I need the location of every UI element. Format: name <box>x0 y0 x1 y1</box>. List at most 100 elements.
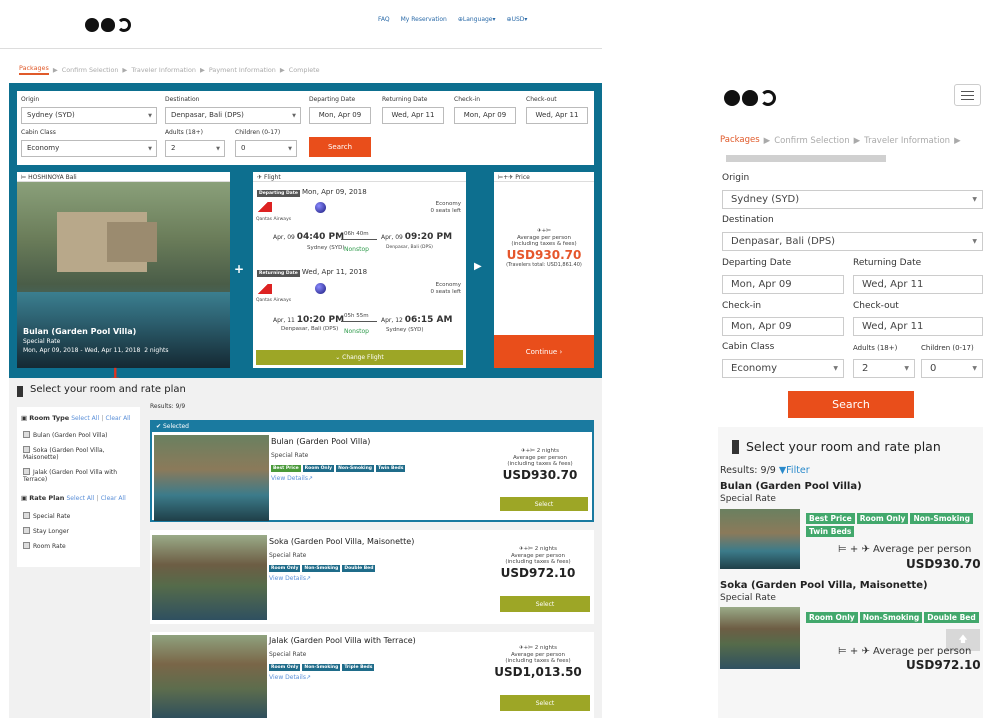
bed-plane-icon: ⊨+✈ <box>498 174 514 181</box>
caret-down-icon: ▼ <box>972 238 977 245</box>
horizontal-scrollbar[interactable] <box>726 155 886 162</box>
m-rooms-title: Select your room and rate plan <box>746 439 941 454</box>
view-details-link[interactable]: View Details↗ <box>269 674 311 681</box>
rate-plan-select-all[interactable]: Select All <box>67 495 95 502</box>
mobile-step-packages[interactable]: Packages <box>720 135 760 146</box>
filter-rate-stay-longer[interactable]: Stay Longer <box>23 527 69 535</box>
m-cabin-select[interactable]: Economy ▼ <box>722 359 844 378</box>
select-room-button[interactable]: Select <box>500 695 590 711</box>
step-packages[interactable]: Packages <box>19 64 49 75</box>
room-nights: ✈+⊨ 2 nights <box>518 546 558 552</box>
m-cabin-value: Economy <box>731 363 778 374</box>
nav-my-reservation[interactable]: My Reservation <box>401 16 447 23</box>
class-info: Economy 0 seats left <box>430 201 461 214</box>
filter-room-jalak[interactable]: Jalak (Garden Pool Villa with Terrace) <box>23 468 138 483</box>
filters-panel: ▣ Room Type Select All | Clear All Bulan… <box>17 407 140 567</box>
oneworld-icon <box>315 283 326 294</box>
nav-currency-label: USD <box>511 16 525 23</box>
class-info-2: Economy 0 seats left <box>430 282 461 295</box>
out-duration: 06h 40m <box>344 231 369 237</box>
brand-logo-mobile[interactable] <box>724 90 776 106</box>
hotel-nights: 2 nights <box>144 347 169 354</box>
destination-label: Destination <box>165 96 200 103</box>
m-destination-select[interactable]: Denpasar, Bali (DPS) ▼ <box>722 232 983 251</box>
nav-language-label: Language <box>462 16 493 23</box>
select-room-button[interactable]: Select <box>500 497 588 511</box>
checkout-date-input[interactable]: Wed, Apr 11 <box>526 107 588 124</box>
rate-plan-clear-all[interactable]: Clear All <box>101 495 126 502</box>
origin-label: Origin <box>21 96 40 103</box>
avg-text: Average per person <box>510 651 566 658</box>
cabin-value: Economy <box>27 144 60 152</box>
m-children-select[interactable]: 0 ▼ <box>921 359 983 378</box>
m-room-name-bulan[interactable]: Bulan (Garden Pool Villa) <box>720 481 862 492</box>
room-type-clear-all[interactable]: Clear All <box>105 415 130 422</box>
qantas-logo-icon <box>258 202 272 212</box>
nav-faq[interactable]: FAQ <box>378 16 390 23</box>
m-departing-input[interactable]: Mon, Apr 09 <box>722 275 844 294</box>
chevron-down-icon: ⌄ <box>335 354 341 361</box>
badge: Non-Smoking <box>336 465 375 472</box>
m-room-name-soka[interactable]: Soka (Garden Pool Villa, Maisonette) <box>720 580 928 591</box>
m-adults-select[interactable]: 2 ▼ <box>853 359 915 378</box>
destination-select[interactable]: Denpasar, Bali (DPS) ▼ <box>165 107 301 124</box>
airline-name: Qantas Airways <box>256 217 292 222</box>
room-badges: Room Only Non-Smoking Double Bed <box>269 563 377 572</box>
external-link-icon: ↗ <box>305 674 311 681</box>
out-arr-day: Apr, 09 <box>381 234 403 241</box>
m-returning-input[interactable]: Wed, Apr 11 <box>853 275 983 294</box>
origin-select[interactable]: Sydney (SYD) ▼ <box>21 107 157 124</box>
children-select[interactable]: 0 ▼ <box>235 140 297 157</box>
returning-date-input[interactable]: Wed, Apr 11 <box>382 107 444 124</box>
filter-rate-special[interactable]: Special Rate <box>23 512 70 520</box>
room-card-jalak[interactable]: Jalak (Garden Pool Villa with Terrace) S… <box>150 632 594 718</box>
view-details-link[interactable]: View Details↗ <box>271 475 313 482</box>
hotel-rate: Special Rate <box>23 338 61 345</box>
departing-date-input[interactable]: Mon, Apr 09 <box>309 107 371 124</box>
view-details-link[interactable]: View Details↗ <box>269 575 311 582</box>
m-search-button[interactable]: Search <box>788 391 914 418</box>
brand-logo[interactable] <box>85 18 131 32</box>
returning-label: Returning Date <box>382 96 428 103</box>
m-room-photo-bulan[interactable] <box>720 509 800 569</box>
m-origin-select[interactable]: Sydney (SYD) ▼ <box>722 190 983 209</box>
room-card-soka[interactable]: Soka (Garden Pool Villa, Maisonette) Spe… <box>150 530 594 624</box>
m-checkin-input[interactable]: Mon, Apr 09 <box>722 317 844 336</box>
bed-plane-icon: ⊨ + ✈ <box>838 646 870 657</box>
origin-value: Sydney (SYD) <box>27 111 75 119</box>
nav-currency[interactable]: ⊕USD▾ <box>507 16 528 23</box>
room-type-select-all[interactable]: Select All <box>71 415 99 422</box>
room-price-block: ✈+⊨ 2 nights Average per person (including… <box>492 448 588 482</box>
chevron-right-icon: ▶ <box>279 65 285 74</box>
adults-select[interactable]: 2 ▼ <box>165 140 225 157</box>
filter-rate-room[interactable]: Room Rate <box>23 542 66 550</box>
m-checkout-input[interactable]: Wed, Apr 11 <box>853 317 983 336</box>
in-arr-time: 06:15 AM <box>404 315 453 325</box>
checkin-date-input[interactable]: Mon, Apr 09 <box>454 107 516 124</box>
nav-language[interactable]: ⊕Language▾ <box>458 16 496 23</box>
hotel-card-header: ⊨ HOSHINOYA Bali <box>17 172 230 182</box>
filter-room-soka[interactable]: Soka (Garden Pool Villa, Maisonette) <box>23 446 138 461</box>
room-price: USD972.10 <box>500 565 576 580</box>
badge: Non-Smoking <box>302 565 341 572</box>
m-filter-link[interactable]: ▼Filter <box>779 465 810 476</box>
filter-room-bulan[interactable]: Bulan (Garden Pool Villa) <box>23 431 138 439</box>
rate-plan-heading: ▣ Rate Plan Select All | Clear All <box>21 494 126 502</box>
departing-label: Departing Date <box>309 96 356 103</box>
room-card-bulan[interactable]: ✔ Selected Bulan (Garden Pool Villa) Spe… <box>150 420 594 522</box>
badge: Non-Smoking <box>859 612 923 623</box>
m-room-photo-soka[interactable] <box>720 607 800 669</box>
hotel-dates-text: Mon, Apr 09, 2018 - Wed, Apr 11, 2018 <box>23 347 141 354</box>
incl-text: (including taxes & fees) <box>505 559 571 566</box>
search-form: Origin Sydney (SYD) ▼ Destination Denpasa… <box>17 91 594 165</box>
continue-button[interactable]: Continue › <box>494 335 594 368</box>
plane-bed-icon: ✈+⊨ <box>536 228 551 234</box>
plus-icon: + <box>234 262 245 276</box>
search-button[interactable]: Search <box>309 137 371 157</box>
cabin-class-select[interactable]: Economy ▼ <box>21 140 157 157</box>
m-room-badges-soka: Room Only Non-Smoking Double Bed <box>806 612 983 625</box>
class-name: Economy <box>435 201 461 207</box>
change-flight-button[interactable]: ⌄ Change Flight <box>256 350 463 365</box>
hamburger-menu-button[interactable] <box>954 84 981 106</box>
select-room-button[interactable]: Select <box>500 596 590 612</box>
